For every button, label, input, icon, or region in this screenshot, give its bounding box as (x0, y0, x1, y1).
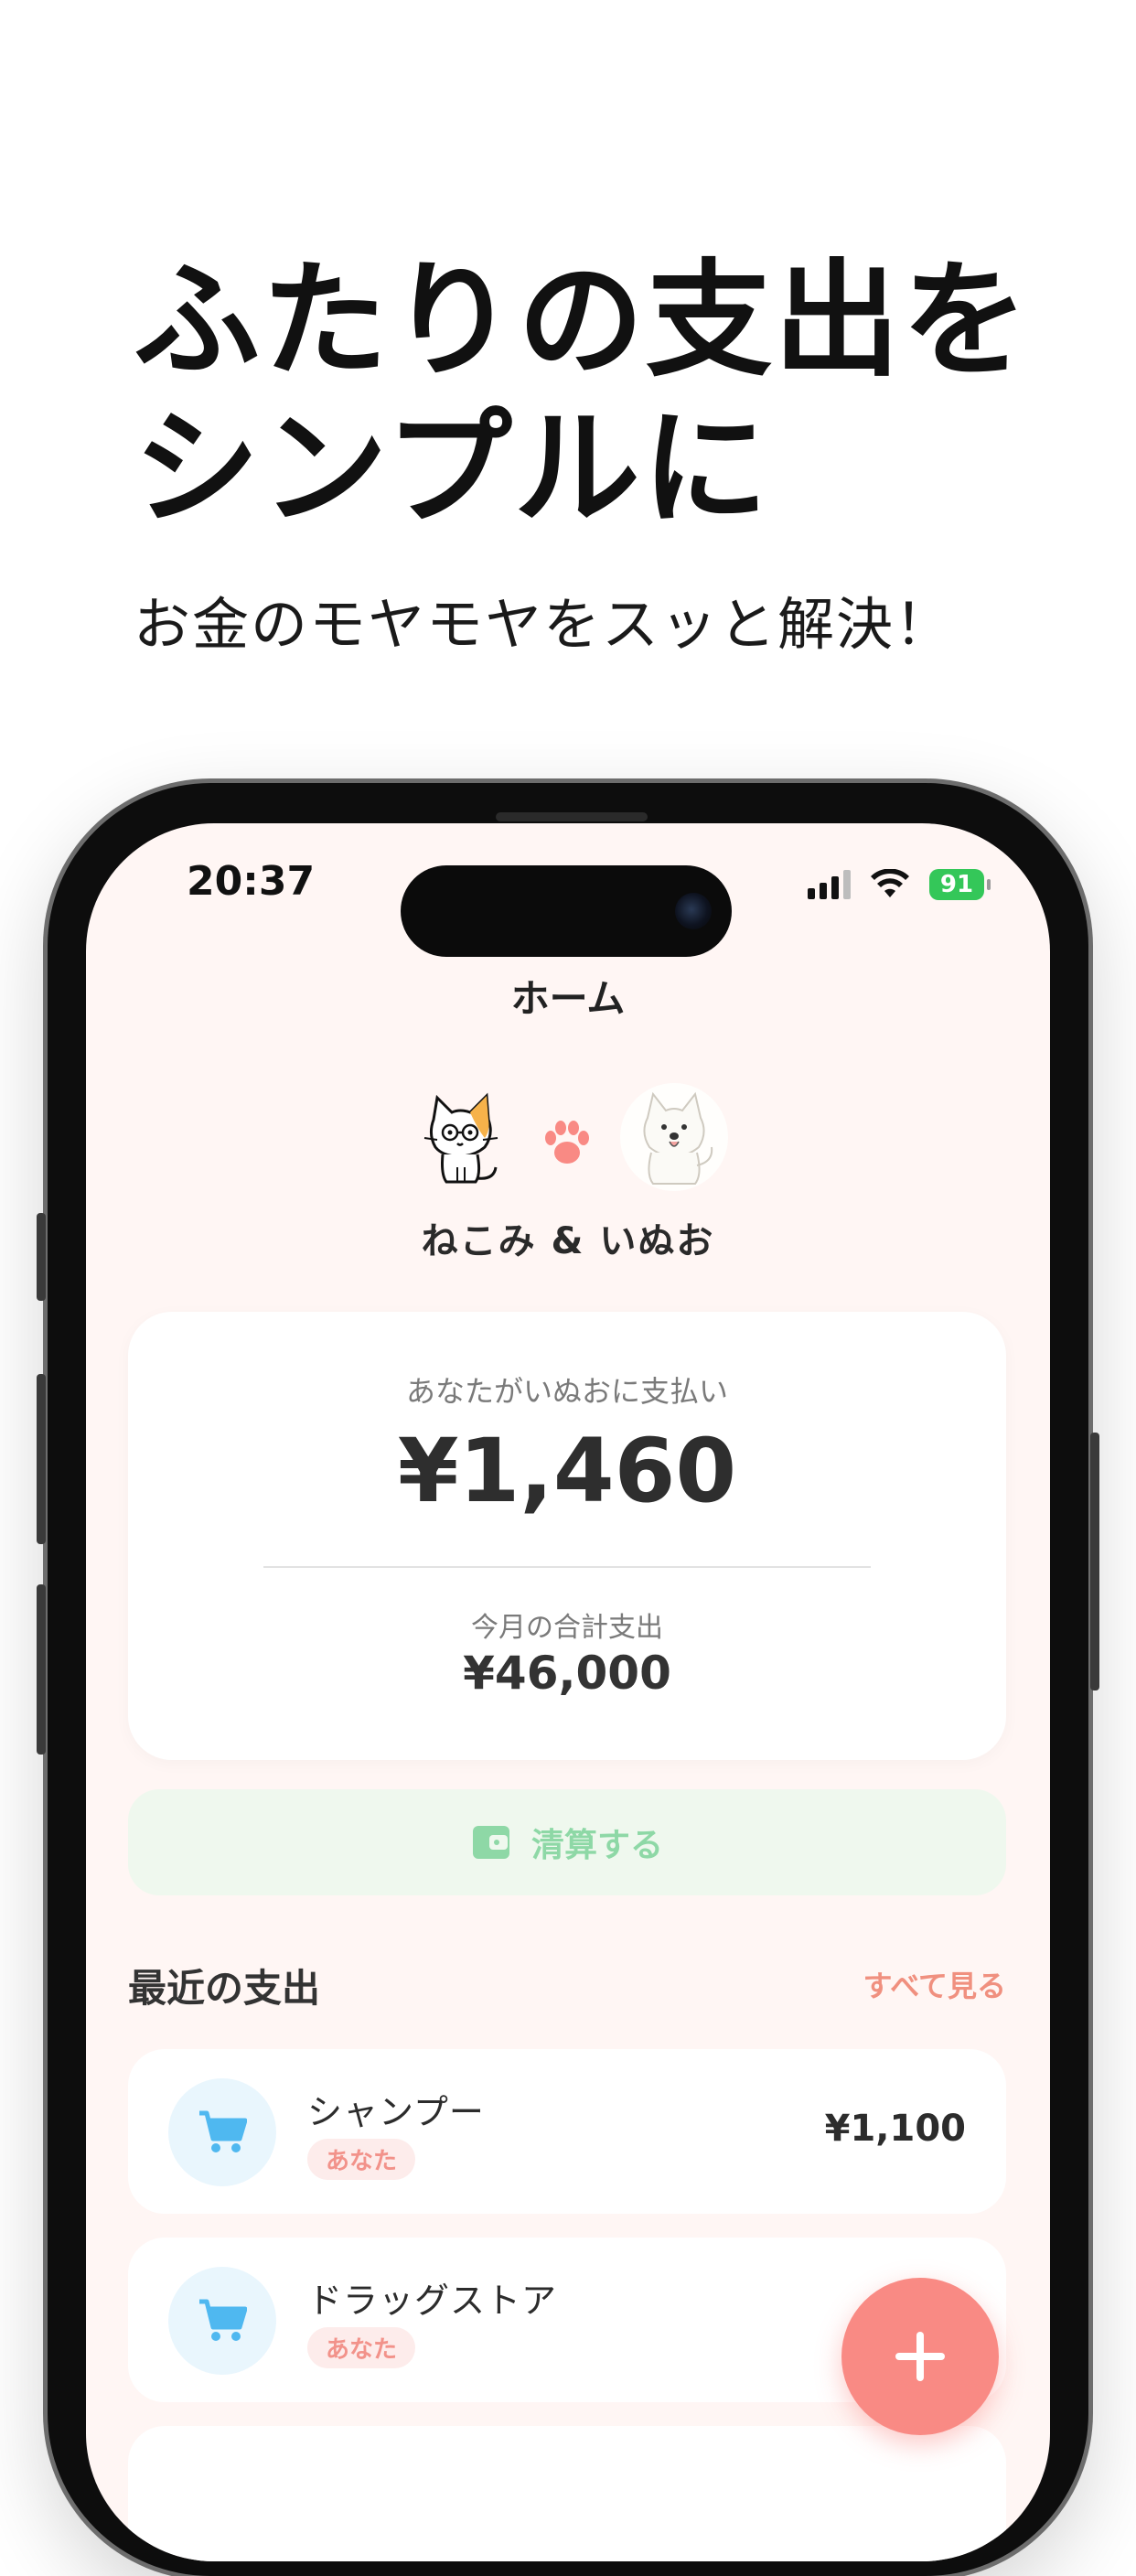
expense-item[interactable]: シャンプー あなた ¥1,100 (128, 2049, 1006, 2214)
wifi-icon (871, 869, 909, 897)
cart-icon (199, 2110, 247, 2152)
couple-names: ねこみ & いぬお (421, 1220, 715, 1262)
payer-badge: あなた (307, 2139, 416, 2180)
expense-amount: ¥1,100 (824, 2108, 966, 2150)
status-indicators: 91 (808, 869, 991, 900)
recent-expenses-title: 最近の支出 (128, 1966, 321, 2011)
expense-name: シャンプー (307, 2092, 485, 2132)
status-time: 20:37 (187, 858, 316, 905)
phone-volume-up-button (37, 1374, 46, 1544)
couple-avatars (86, 1083, 1050, 1202)
dog-illustration-icon (643, 1091, 713, 1185)
payer-badge: あなた (307, 2327, 416, 2368)
paw-icon (545, 1121, 589, 1164)
expense-name: ドラッグストア (307, 2281, 558, 2321)
cellular-signal-icon (808, 870, 851, 899)
page-title: ホーム (510, 976, 626, 1021)
cart-icon (199, 2299, 247, 2341)
balance-amount: ¥1,460 (397, 1420, 737, 1522)
phone-power-button (1090, 1433, 1099, 1690)
expense-item[interactable] (128, 2426, 1006, 2561)
balance-card: あなたがいぬおに支払い ¥1,460 今月の合計支出 ¥46,000 (128, 1312, 1006, 1760)
battery-icon: 91 (929, 869, 991, 900)
headline: ふたりの支出を シンプルに (134, 247, 1030, 543)
subheadline: お金のモヤモヤをスッと解決！ (134, 591, 954, 658)
divider (263, 1566, 871, 1568)
monthly-total-label: 今月の合計支出 (471, 1612, 663, 1644)
phone-volume-down-button (37, 1584, 46, 1755)
settle-button-label: 清算する (530, 1827, 663, 1864)
wallet-icon (472, 1826, 509, 1859)
dynamic-island (401, 865, 732, 957)
front-camera-icon (675, 893, 712, 929)
expense-category-icon (168, 2078, 276, 2186)
expense-category-icon (168, 2267, 276, 2375)
headline-line-2: シンプルに (134, 395, 770, 542)
plus-icon (895, 2332, 945, 2381)
monthly-total-amount: ¥46,000 (463, 1647, 671, 1700)
balance-label: あなたがいぬおに支払い (405, 1374, 728, 1409)
headline-line-1: ふたりの支出を (134, 247, 1031, 394)
cat-illustration-icon (423, 1092, 498, 1184)
see-all-link[interactable]: すべて見る (863, 1963, 1006, 2005)
phone-action-button (37, 1213, 46, 1301)
dog-avatar[interactable] (620, 1083, 728, 1191)
phone-speaker (496, 812, 648, 821)
cat-avatar[interactable] (406, 1083, 514, 1191)
settle-button[interactable]: 清算する (128, 1789, 1006, 1895)
add-expense-button[interactable] (841, 2278, 999, 2435)
